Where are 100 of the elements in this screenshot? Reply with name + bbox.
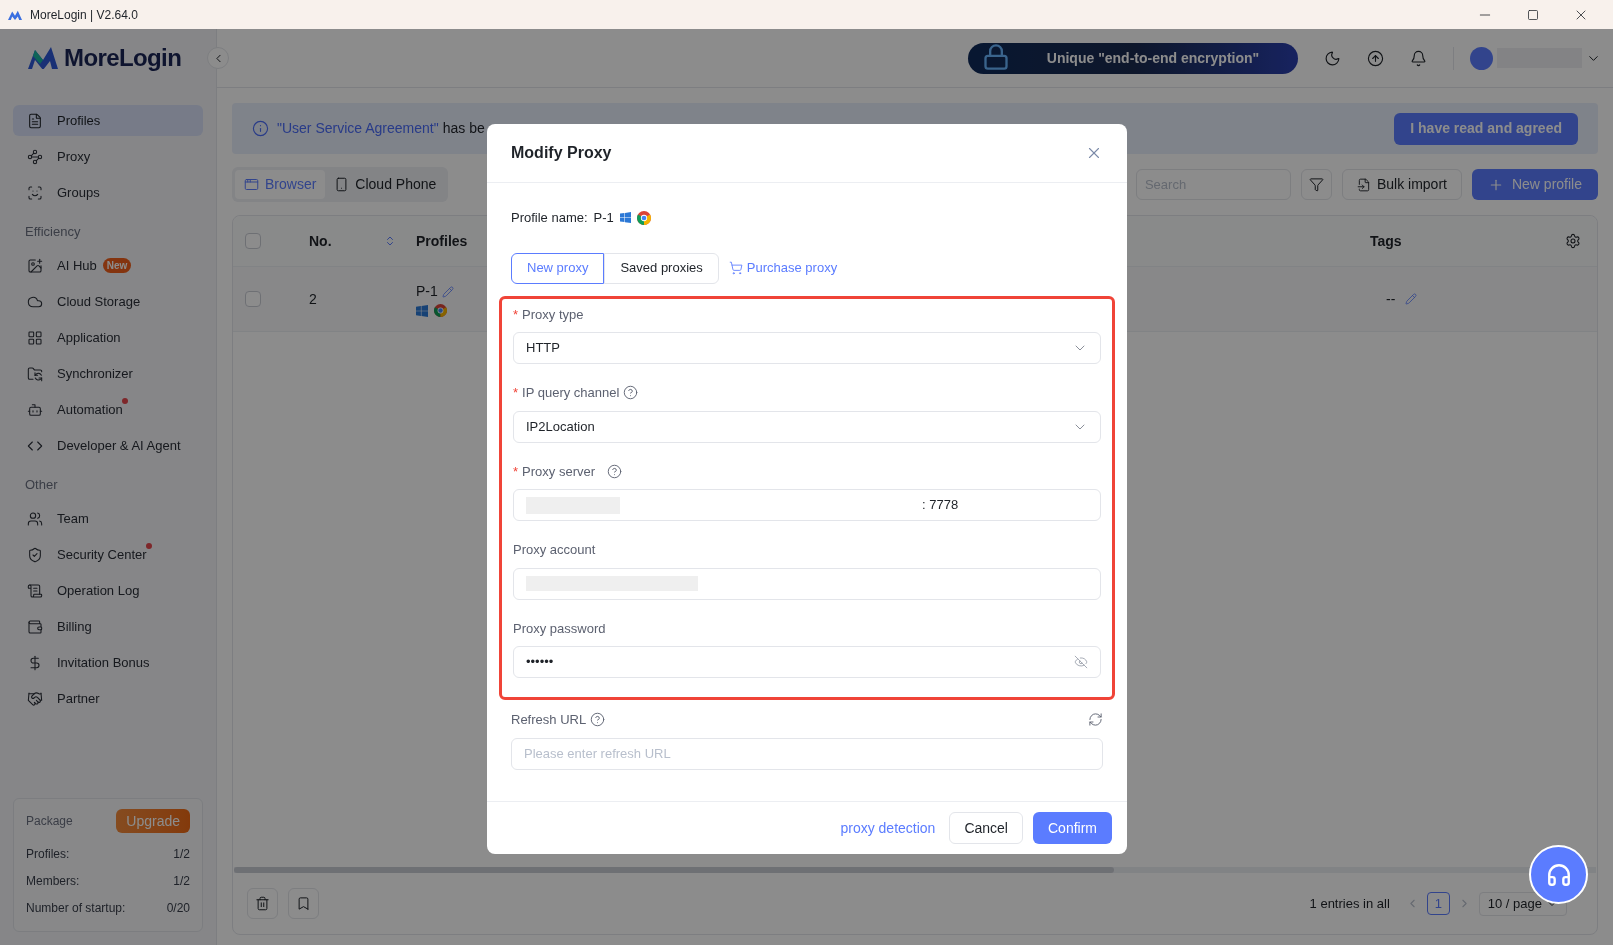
scrollbar-thumb[interactable] — [234, 867, 1114, 873]
phone-icon — [334, 177, 350, 192]
agreement-link[interactable]: "User Service Agreement" — [277, 118, 439, 139]
table-cell-text: 2 — [309, 289, 318, 309]
field-label: Proxy server — [522, 462, 596, 481]
proxy-tab[interactable]: New proxy — [511, 252, 605, 284]
help-icon[interactable] — [623, 385, 639, 401]
robot-icon — [27, 401, 43, 418]
select-field[interactable]: IP2Location — [513, 410, 1101, 443]
proxy-detection-link[interactable]: proxy detection — [840, 817, 936, 839]
scan-icon — [27, 184, 43, 201]
bookmark-icon — [296, 896, 311, 911]
view-tab[interactable]: Cloud Phone — [325, 170, 446, 199]
sidebar-item[interactable]: Groups — [13, 177, 203, 208]
sidebar-item[interactable]: Invitation Bonus — [13, 647, 203, 678]
agreement-text: has be — [442, 119, 485, 138]
moon-icon[interactable] — [1324, 49, 1341, 67]
avatar[interactable] — [1470, 46, 1493, 70]
required-asterisk: * — [513, 384, 519, 402]
checkbox[interactable] — [245, 291, 261, 307]
stat-value: 0/20 — [166, 899, 190, 917]
section-heading: Other — [24, 475, 59, 494]
page-number[interactable]: 1 — [1426, 892, 1450, 915]
agree-button[interactable]: I have read and agreed — [1394, 112, 1578, 145]
cancel-button[interactable]: Cancel — [949, 812, 1023, 844]
sidebar-item[interactable]: Cloud Storage — [13, 286, 203, 317]
import-icon — [1356, 177, 1371, 192]
bookmark-button[interactable] — [288, 888, 319, 919]
purchase-proxy-link[interactable]: Purchase proxy — [728, 258, 838, 278]
password-field[interactable]: •••••• — [513, 646, 1101, 678]
sidebar-item[interactable]: Team — [13, 503, 203, 534]
upload-icon[interactable] — [1367, 49, 1384, 67]
eye-off-icon[interactable] — [1074, 655, 1088, 669]
total-count: 1 entries in all — [1309, 894, 1390, 913]
promo-banner[interactable]: Unique "end-to-end encryption" — [968, 42, 1298, 74]
browser-icon — [434, 304, 447, 317]
sidebar-item[interactable]: Billing — [13, 611, 203, 642]
proxy-tab[interactable]: Saved proxies — [604, 252, 719, 284]
checkbox[interactable] — [245, 233, 261, 249]
section-heading: Efficiency — [24, 222, 82, 241]
sidebar-item[interactable]: Security Center — [13, 539, 203, 570]
sidebar-item[interactable]: Proxy — [13, 141, 203, 172]
field-label: Proxy account — [513, 541, 596, 559]
logo-text: MoreLogin — [64, 43, 182, 73]
required-asterisk: * — [513, 462, 519, 481]
view-tab[interactable]: Browser — [235, 170, 326, 199]
sidebar-item[interactable]: Automation — [13, 394, 203, 425]
users-icon — [27, 510, 43, 527]
delete-button[interactable] — [247, 888, 278, 919]
sidebar-item[interactable]: Operation Log — [13, 575, 203, 606]
filter-button[interactable] — [1300, 169, 1332, 200]
sidebar-item[interactable]: Profiles — [13, 105, 203, 136]
sort-icon[interactable] — [384, 235, 396, 247]
new-profile-button[interactable]: New profile — [1471, 169, 1598, 200]
sidebar-item[interactable]: Partner — [13, 683, 203, 714]
stat-value: 1/2 — [173, 872, 190, 890]
help-icon[interactable] — [590, 712, 606, 728]
maximize-icon[interactable] — [1527, 8, 1539, 21]
profile-name-label: Profile name: — [511, 209, 588, 227]
field-label: Refresh URL — [511, 711, 587, 729]
cart-icon — [728, 261, 743, 275]
sidebar-item[interactable]: Application — [13, 322, 203, 353]
window-title: MoreLogin | V2.64.0 — [30, 6, 138, 24]
confirm-button[interactable]: Confirm — [1033, 812, 1112, 844]
folder-sync-icon — [27, 365, 43, 382]
document-icon — [27, 112, 43, 129]
dollar-icon — [27, 654, 43, 671]
windows-icon — [416, 304, 428, 317]
input-field[interactable] — [513, 567, 1101, 600]
bell-icon[interactable] — [1410, 49, 1427, 67]
settings-icon[interactable] — [1565, 233, 1581, 249]
sidebar-item[interactable]: Developer & AI Agent — [13, 430, 203, 461]
sidebar-item[interactable]: AI Hub New — [13, 250, 203, 281]
profile-name: P-1 — [593, 209, 614, 227]
field-label: IP query channel — [522, 384, 620, 402]
select-field[interactable]: HTTP — [513, 332, 1101, 364]
bulk-import-button[interactable]: Bulk import — [1341, 169, 1462, 200]
input-field[interactable]: : 7778 — [513, 489, 1101, 521]
edit-icon[interactable] — [1405, 293, 1418, 305]
scroll-icon — [27, 582, 43, 599]
stat-label: Number of startup: — [26, 899, 126, 917]
column-header: No. — [309, 231, 332, 251]
edit-icon[interactable] — [441, 285, 454, 298]
refresh-icon[interactable] — [1088, 712, 1103, 728]
stat-label: Members: — [26, 872, 80, 890]
column-header: Profiles — [416, 231, 469, 251]
lock-icon — [982, 42, 1010, 71]
sidebar-item[interactable]: Synchronizer — [13, 358, 203, 389]
info-icon — [252, 120, 269, 137]
collapse-button[interactable] — [207, 47, 229, 69]
required-asterisk: * — [513, 305, 519, 324]
profile-name[interactable]: P-1 — [416, 281, 438, 302]
handshake-icon — [27, 690, 43, 707]
column-header: Tags — [1370, 231, 1403, 251]
shield-icon — [27, 546, 43, 563]
ai-image-icon — [27, 257, 43, 274]
dialog-title: Modify Proxy — [511, 143, 612, 163]
help-icon[interactable] — [607, 463, 623, 479]
wallet-icon — [27, 618, 43, 635]
logo-icon — [28, 47, 58, 69]
